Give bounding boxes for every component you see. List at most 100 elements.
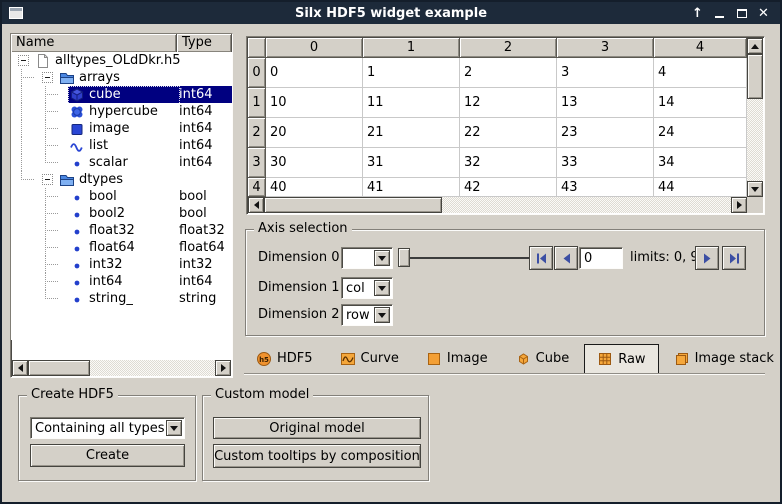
tree-item-float64[interactable]: float64float64 xyxy=(11,239,232,256)
row-header-0[interactable]: 0 xyxy=(248,58,266,88)
table-cell[interactable]: 12 xyxy=(460,88,557,118)
minimize-button[interactable] xyxy=(712,6,727,21)
tree-item-cube[interactable]: cubeint64 xyxy=(11,86,232,103)
table-cell[interactable]: 44 xyxy=(654,178,747,197)
tree-item-type: float64 xyxy=(179,240,225,255)
dimension-1-combo[interactable]: col xyxy=(341,277,393,299)
combo-dropdown-button[interactable] xyxy=(166,420,182,436)
table-cell[interactable]: 32 xyxy=(460,148,557,178)
tab-image-stack[interactable]: Image stack xyxy=(662,344,782,373)
tree-item-scalar[interactable]: scalarint64 xyxy=(11,154,232,171)
close-button[interactable]: ✕ xyxy=(756,6,771,21)
table-cell[interactable]: 10 xyxy=(266,88,363,118)
table-cell[interactable]: 40 xyxy=(266,178,363,197)
scroll-right-button[interactable] xyxy=(731,197,747,213)
scroll-left-button[interactable] xyxy=(12,360,28,376)
table-cell[interactable]: 13 xyxy=(557,88,654,118)
expander-collapse-icon[interactable] xyxy=(35,171,59,188)
first-frame-button[interactable] xyxy=(529,246,553,270)
last-frame-button[interactable] xyxy=(722,246,746,270)
tree-guide xyxy=(35,256,59,273)
tree-item-arrays[interactable]: arrays xyxy=(11,69,232,86)
table-horizontal-scrollbar[interactable] xyxy=(248,197,747,213)
column-header-1[interactable]: 1 xyxy=(363,38,460,58)
tree-item-string_[interactable]: string_string xyxy=(11,290,232,307)
table-cell[interactable]: 30 xyxy=(266,148,363,178)
row-header-4[interactable]: 4 xyxy=(248,178,266,197)
combo-dropdown-button[interactable] xyxy=(374,250,390,266)
table-cell[interactable]: 3 xyxy=(557,58,654,88)
previous-frame-button[interactable] xyxy=(554,246,578,270)
create-button[interactable]: Create xyxy=(30,444,185,467)
tree-item-hypercube[interactable]: hypercubeint64 xyxy=(11,103,232,120)
scrollbar-thumb[interactable] xyxy=(28,360,90,376)
table-cell[interactable]: 23 xyxy=(557,118,654,148)
table-cell[interactable]: 20 xyxy=(266,118,363,148)
column-header-0[interactable]: 0 xyxy=(266,38,363,58)
table-cell[interactable]: 34 xyxy=(654,148,747,178)
tab-curve[interactable]: Curve xyxy=(328,344,411,373)
table-cell[interactable]: 41 xyxy=(363,178,460,197)
row-header-3[interactable]: 3 xyxy=(248,148,266,178)
maximize-button[interactable] xyxy=(734,6,749,21)
combo-dropdown-button[interactable] xyxy=(374,280,390,296)
tab-cube[interactable]: Cube xyxy=(503,344,582,373)
tree-item-int64[interactable]: int64int64 xyxy=(11,273,232,290)
tree-item-alltypes_OLdDkr.h5[interactable]: alltypes_OLdDkr.h5 xyxy=(11,52,232,69)
table-cell[interactable]: 22 xyxy=(460,118,557,148)
table-cell[interactable]: 21 xyxy=(363,118,460,148)
table-cell[interactable]: 0 xyxy=(266,58,363,88)
table-cell[interactable]: 33 xyxy=(557,148,654,178)
dimension-2-combo[interactable]: row xyxy=(341,304,393,326)
tree-horizontal-scrollbar[interactable] xyxy=(12,360,231,376)
scroll-up-button[interactable] xyxy=(747,38,763,54)
tree-item-bool2[interactable]: bool2bool xyxy=(11,205,232,222)
tab-image[interactable]: Image xyxy=(414,344,500,373)
scrollbar-thumb[interactable] xyxy=(264,197,442,213)
scroll-right-button[interactable] xyxy=(215,360,231,376)
table-cell[interactable]: 43 xyxy=(557,178,654,197)
title-bar[interactable]: Silx HDF5 widget example ↑ ✕ xyxy=(2,2,780,24)
tree-item-list[interactable]: listint64 xyxy=(11,137,232,154)
table-cell[interactable]: 4 xyxy=(654,58,747,88)
table-cell[interactable]: 2 xyxy=(460,58,557,88)
tree-item-int32[interactable]: int32int32 xyxy=(11,256,232,273)
tree-item-bool[interactable]: boolbool xyxy=(11,188,232,205)
expander-collapse-icon[interactable] xyxy=(11,52,35,69)
scrollbar-thumb[interactable] xyxy=(747,54,763,99)
tree-item-float32[interactable]: float32float32 xyxy=(11,222,232,239)
expander-collapse-icon[interactable] xyxy=(35,69,59,86)
window-menu-icon[interactable] xyxy=(9,7,23,19)
table-cell[interactable]: 31 xyxy=(363,148,460,178)
column-header-2[interactable]: 2 xyxy=(460,38,557,58)
frame-number-input[interactable]: 0 xyxy=(579,247,623,269)
table-vertical-scrollbar[interactable] xyxy=(747,38,763,197)
row-header-1[interactable]: 1 xyxy=(248,88,266,118)
table-cell[interactable]: 42 xyxy=(460,178,557,197)
scroll-left-button[interactable] xyxy=(248,197,264,213)
tree-item-dtypes[interactable]: dtypes xyxy=(11,171,232,188)
original-model-button[interactable]: Original model xyxy=(213,417,421,439)
hdf5-type-combo[interactable]: Containing all types xyxy=(30,417,185,439)
scroll-down-button[interactable] xyxy=(747,181,763,197)
custom-tooltips-button[interactable]: Custom tooltips by composition xyxy=(213,444,421,468)
next-frame-button[interactable] xyxy=(695,246,719,270)
table-cell[interactable]: 11 xyxy=(363,88,460,118)
tree-column-header-name[interactable]: Name xyxy=(11,34,177,52)
table-cell[interactable]: 14 xyxy=(654,88,747,118)
table-corner-cell[interactable] xyxy=(248,38,266,58)
tab-raw[interactable]: Raw xyxy=(584,344,658,373)
column-header-4[interactable]: 4 xyxy=(654,38,747,58)
tree-item-image[interactable]: imageint64 xyxy=(11,120,232,137)
column-header-3[interactable]: 3 xyxy=(557,38,654,58)
table-cell[interactable]: 1 xyxy=(363,58,460,88)
dimension-0-combo[interactable] xyxy=(341,247,393,269)
table-cell[interactable]: 24 xyxy=(654,118,747,148)
slider-handle[interactable] xyxy=(398,248,410,267)
restore-button[interactable]: ↑ xyxy=(690,6,705,21)
tab-hdf5[interactable]: h5HDF5 xyxy=(244,344,325,373)
row-header-2[interactable]: 2 xyxy=(248,118,266,148)
dimension-0-slider[interactable] xyxy=(398,246,529,270)
tree-column-header-type[interactable]: Type xyxy=(177,34,232,52)
combo-dropdown-button[interactable] xyxy=(374,307,390,323)
